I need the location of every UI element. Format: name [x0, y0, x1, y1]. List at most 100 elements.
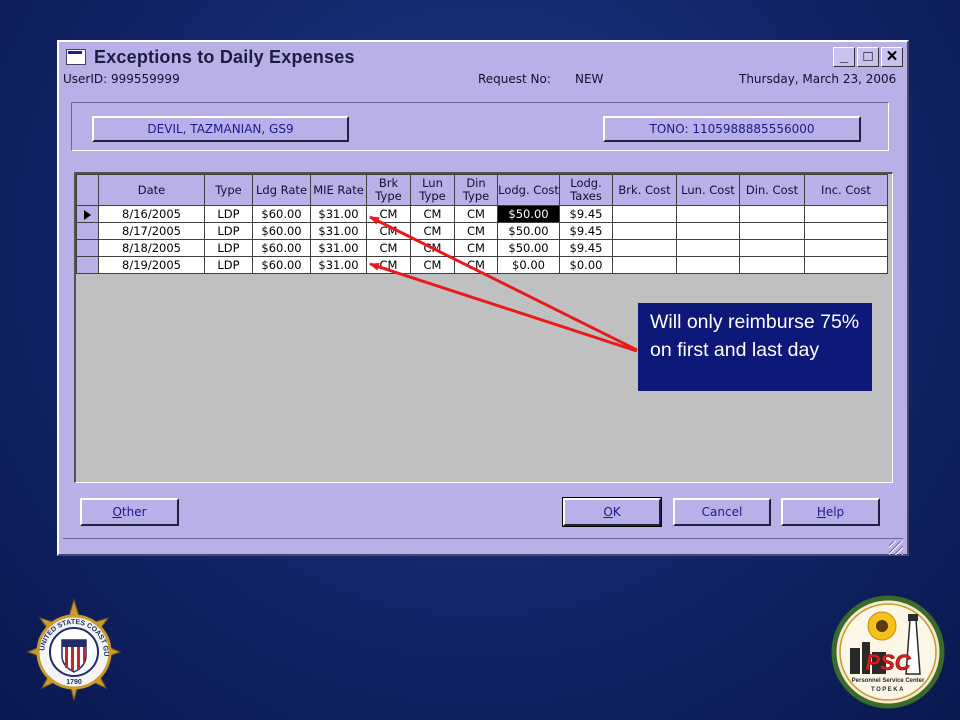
column-header[interactable]: Din. Cost: [739, 174, 805, 206]
table-cell[interactable]: [804, 205, 888, 223]
psc-topeka-emblem: PSC Personnel Service Center TOPEKA: [831, 595, 945, 709]
table-cell[interactable]: $50.00: [497, 205, 560, 223]
userid-label: UserID: 999559999: [63, 72, 180, 86]
table-cell[interactable]: CM: [410, 222, 455, 240]
table-cell[interactable]: [612, 239, 677, 257]
maximize-button[interactable]: □: [857, 47, 879, 67]
exceptions-window: Exceptions to Daily Expenses _ □ ✕ UserI…: [57, 40, 909, 556]
column-header[interactable]: Lodg. Taxes: [559, 174, 613, 206]
table-cell[interactable]: $31.00: [310, 239, 367, 257]
info-bar: UserID: 999559999 Request No: NEW Thursd…: [63, 72, 903, 88]
table-cell[interactable]: CM: [454, 256, 498, 274]
table-cell[interactable]: CM: [454, 222, 498, 240]
resize-grip[interactable]: [889, 541, 903, 555]
status-bar: [63, 538, 903, 555]
table-row[interactable]: 8/18/2005 LDP $60.00 $31.00 CM CM CM $50.00 $9.4…: [76, 239, 888, 257]
column-header[interactable]: Brk Type: [366, 174, 411, 206]
table-cell[interactable]: [739, 205, 805, 223]
header-groupbox: DEVIL, TAZMANIAN, GS9 TONO: 110598888555…: [71, 102, 889, 151]
request-label: Request No:: [478, 72, 551, 86]
row-selector[interactable]: [76, 256, 99, 274]
psc-emblem-subtext: TOPEKA: [871, 687, 905, 693]
table-cell[interactable]: CM: [366, 256, 411, 274]
table-cell[interactable]: [612, 256, 677, 274]
table-cell[interactable]: [739, 239, 805, 257]
table-cell[interactable]: CM: [366, 239, 411, 257]
table-cell[interactable]: $50.00: [497, 239, 560, 257]
table-cell[interactable]: [612, 205, 677, 223]
member-name-button[interactable]: DEVIL, TAZMANIAN, GS9: [92, 116, 349, 142]
table-cell[interactable]: [739, 256, 805, 274]
row-selector[interactable]: [76, 222, 99, 240]
table-cell[interactable]: 8/17/2005: [98, 222, 205, 240]
table-row[interactable]: 8/17/2005 LDP $60.00 $31.00 CM CM CM $50.00 $9.4…: [76, 222, 888, 240]
table-cell[interactable]: [804, 239, 888, 257]
column-header[interactable]: Ldg Rate: [252, 174, 311, 206]
table-cell[interactable]: CM: [366, 205, 411, 223]
current-row-indicator-icon: [84, 209, 91, 220]
table-cell[interactable]: 8/19/2005: [98, 256, 205, 274]
table-cell[interactable]: [804, 256, 888, 274]
table-cell[interactable]: [612, 222, 677, 240]
table-cell[interactable]: $60.00: [252, 205, 311, 223]
table-cell[interactable]: $50.00: [497, 222, 560, 240]
cancel-button[interactable]: Cancel: [673, 498, 771, 526]
table-cell[interactable]: [804, 222, 888, 240]
tono-button[interactable]: TONO: 1105988885556000: [603, 116, 861, 142]
column-header[interactable]: Brk. Cost: [612, 174, 677, 206]
table-cell[interactable]: $60.00: [252, 222, 311, 240]
table-cell[interactable]: [739, 222, 805, 240]
grid-corner-header[interactable]: [76, 174, 99, 206]
table-cell[interactable]: $9.45: [559, 239, 613, 257]
table-cell[interactable]: $0.00: [559, 256, 613, 274]
column-header[interactable]: Date: [98, 174, 205, 206]
date-label: Thursday, March 23, 2006: [739, 72, 897, 86]
app-icon: [66, 49, 86, 65]
ok-button[interactable]: OK: [562, 497, 662, 527]
title-bar[interactable]: Exceptions to Daily Expenses _ □ ✕: [60, 43, 906, 71]
row-selector[interactable]: [76, 239, 99, 257]
table-cell[interactable]: $60.00: [252, 256, 311, 274]
table-cell[interactable]: LDP: [204, 205, 253, 223]
table-row[interactable]: 8/19/2005 LDP $60.00 $31.00 CM CM CM $0.00 $0.00: [76, 256, 888, 274]
other-button[interactable]: Other: [80, 498, 179, 526]
table-cell[interactable]: CM: [454, 205, 498, 223]
table-cell[interactable]: LDP: [204, 222, 253, 240]
table-cell[interactable]: CM: [410, 205, 455, 223]
table-cell[interactable]: $31.00: [310, 205, 367, 223]
close-button[interactable]: ✕: [881, 47, 903, 67]
request-value: NEW: [575, 72, 604, 86]
table-cell[interactable]: $9.45: [559, 205, 613, 223]
coast-guard-emblem-year: 1790: [66, 679, 82, 686]
table-cell[interactable]: LDP: [204, 256, 253, 274]
table-cell[interactable]: $9.45: [559, 222, 613, 240]
table-cell[interactable]: CM: [410, 256, 455, 274]
minimize-button[interactable]: _: [833, 47, 855, 67]
column-header[interactable]: Din Type: [454, 174, 498, 206]
column-header[interactable]: Lodg. Cost: [497, 174, 560, 206]
column-header[interactable]: Inc. Cost: [804, 174, 888, 206]
table-cell[interactable]: CM: [410, 239, 455, 257]
table-cell[interactable]: [676, 239, 740, 257]
table-cell[interactable]: 8/16/2005: [98, 205, 205, 223]
table-cell[interactable]: CM: [454, 239, 498, 257]
table-cell[interactable]: [676, 222, 740, 240]
table-row[interactable]: 8/16/2005 LDP $60.00 $31.00 CM CM CM $50.00 $9.4…: [76, 205, 888, 223]
row-selector[interactable]: [76, 205, 99, 223]
column-header[interactable]: MIE Rate: [310, 174, 367, 206]
column-header[interactable]: Lun. Cost: [676, 174, 740, 206]
table-cell[interactable]: 8/18/2005: [98, 239, 205, 257]
table-cell[interactable]: $31.00: [310, 222, 367, 240]
table-cell[interactable]: [676, 205, 740, 223]
help-button[interactable]: Help: [781, 498, 880, 526]
other-button-label: ther: [121, 505, 147, 519]
table-cell[interactable]: [676, 256, 740, 274]
table-cell[interactable]: $60.00: [252, 239, 311, 257]
other-button-accel: O: [112, 505, 122, 519]
table-cell[interactable]: LDP: [204, 239, 253, 257]
table-cell[interactable]: $0.00: [497, 256, 560, 274]
column-header[interactable]: Lun Type: [410, 174, 455, 206]
column-header[interactable]: Type: [204, 174, 253, 206]
table-cell[interactable]: $31.00: [310, 256, 367, 274]
table-cell[interactable]: CM: [366, 222, 411, 240]
